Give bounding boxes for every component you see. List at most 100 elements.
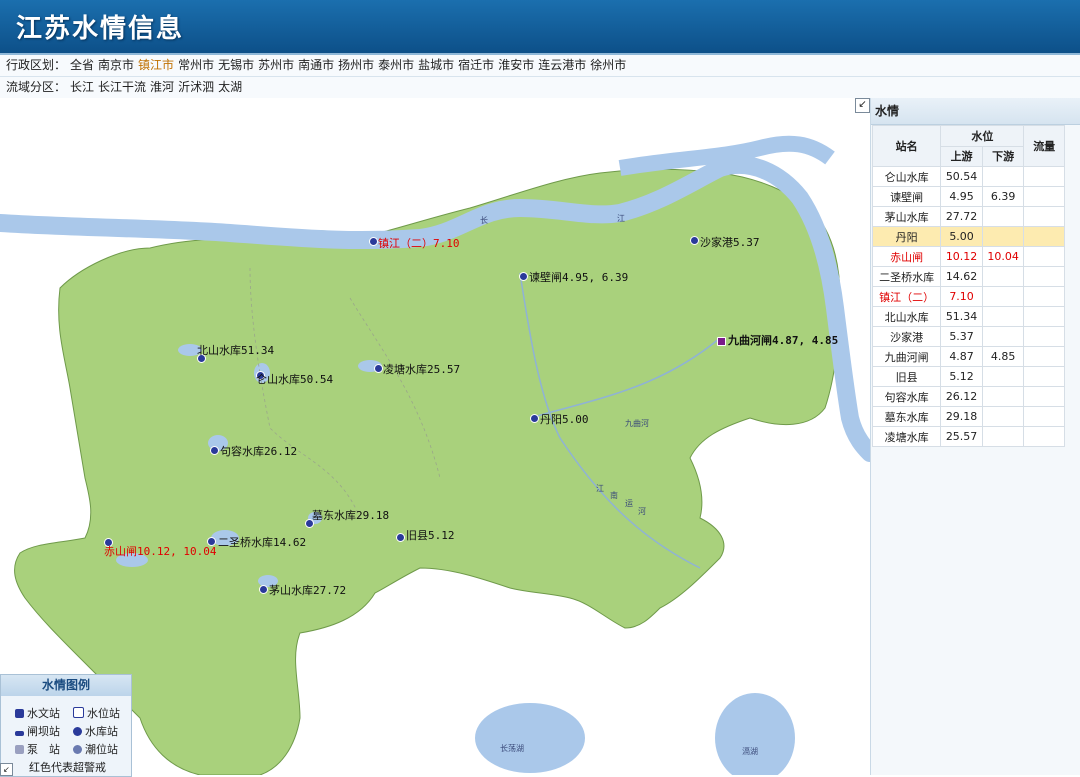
nav-item-changjiang[interactable]: 长江 bbox=[70, 80, 94, 94]
cell-down bbox=[981, 426, 1025, 447]
cell-name: 二圣桥水库 bbox=[871, 266, 942, 287]
lake-ge bbox=[715, 693, 795, 775]
cell-flow bbox=[1023, 366, 1065, 387]
app-header: 江苏水情信息 bbox=[0, 0, 1080, 55]
nav-item-changjiang-main[interactable]: 长江干流 bbox=[98, 80, 146, 94]
station-zhenjiang-icon[interactable] bbox=[369, 237, 378, 246]
cell-up: 7.10 bbox=[940, 286, 983, 307]
legend-title: 水情图例 bbox=[1, 675, 131, 696]
nav-item-all[interactable]: 全省 bbox=[70, 58, 94, 72]
legend-gate-station: 闸坝站 bbox=[15, 723, 60, 739]
station-danyang[interactable]: 丹阳5.00 bbox=[540, 411, 589, 427]
level-station-icon bbox=[73, 707, 84, 718]
cell-down bbox=[981, 386, 1025, 407]
cell-flow bbox=[1023, 406, 1065, 427]
table-row[interactable]: 九曲河闸 4.87 4.85 bbox=[871, 346, 1065, 367]
table-row[interactable]: 谏壁闸 4.95 6.39 bbox=[871, 186, 1065, 207]
col-level: 水位 bbox=[940, 125, 1025, 147]
panel-collapse-button[interactable]: ↙ bbox=[855, 98, 870, 113]
legend-note: 红色代表超警戒 bbox=[29, 761, 106, 774]
station-jiuxian[interactable]: 旧县5.12 bbox=[406, 527, 455, 543]
station-danyang-icon[interactable] bbox=[530, 414, 539, 423]
nav-item-wuxi[interactable]: 无锡市 bbox=[218, 58, 254, 72]
table-row[interactable]: 二圣桥水库 14.62 bbox=[871, 266, 1065, 287]
table-row[interactable]: 沙家港 5.37 bbox=[871, 326, 1065, 347]
nav-item-lianyungang[interactable]: 连云港市 bbox=[538, 58, 586, 72]
table-row[interactable]: 镇江（二） 7.10 bbox=[871, 286, 1065, 307]
cell-name: 谏壁闸 bbox=[871, 186, 942, 207]
cell-up: 4.95 bbox=[940, 186, 983, 207]
nav-item-changzhou[interactable]: 常州市 bbox=[178, 58, 214, 72]
cell-name: 北山水库 bbox=[871, 306, 942, 327]
col-flow: 流量 bbox=[1023, 125, 1065, 167]
cell-up: 29.18 bbox=[940, 406, 983, 427]
station-mudong[interactable]: 墓东水库29.18 bbox=[312, 507, 389, 523]
pump-station-icon bbox=[15, 745, 24, 754]
nav-item-taihu[interactable]: 太湖 bbox=[218, 80, 242, 94]
station-jianbi-icon[interactable] bbox=[519, 272, 528, 281]
cell-up: 4.87 bbox=[940, 346, 983, 367]
nav-item-huaihe[interactable]: 淮河 bbox=[150, 80, 174, 94]
station-jianbi[interactable]: 谏壁闸4.95, 6.39 bbox=[529, 269, 628, 285]
nav-item-yishusi[interactable]: 沂沭泗 bbox=[178, 80, 214, 94]
cell-down: 6.39 bbox=[981, 186, 1025, 207]
table-row[interactable]: 北山水库 51.34 bbox=[871, 306, 1065, 327]
legend-collapse-button[interactable]: ↙ bbox=[0, 763, 13, 776]
cell-up: 27.72 bbox=[940, 206, 983, 227]
cell-up: 5.00 bbox=[940, 226, 983, 247]
station-shajiagang[interactable]: 沙家港5.37 bbox=[700, 234, 760, 250]
station-lunshan[interactable]: 仑山水库50.54 bbox=[256, 371, 333, 387]
nav-item-yancheng[interactable]: 盐城市 bbox=[418, 58, 454, 72]
station-ershengqiao-icon[interactable] bbox=[207, 537, 216, 546]
station-ershengqiao[interactable]: 二圣桥水库14.62 bbox=[218, 534, 306, 550]
nav-item-suzhou[interactable]: 苏州市 bbox=[258, 58, 294, 72]
cell-name: 丹阳 bbox=[871, 226, 942, 247]
nav-item-huaian[interactable]: 淮安市 bbox=[498, 58, 534, 72]
nav-item-nantong[interactable]: 南通市 bbox=[298, 58, 334, 72]
cell-down: 10.04 bbox=[981, 246, 1025, 267]
col-station: 站名 bbox=[871, 125, 942, 167]
station-jiuquhe[interactable]: 九曲河闸4.87, 4.85 bbox=[728, 332, 838, 348]
nav-item-xuzhou[interactable]: 徐州市 bbox=[590, 58, 626, 72]
station-jiuxian-icon[interactable] bbox=[396, 533, 405, 542]
cell-down bbox=[981, 306, 1025, 327]
cell-up: 26.12 bbox=[940, 386, 983, 407]
table-row[interactable]: 句容水库 26.12 bbox=[871, 386, 1065, 407]
cell-name: 墓东水库 bbox=[871, 406, 942, 427]
station-maoshan-icon[interactable] bbox=[259, 585, 268, 594]
cell-down bbox=[981, 266, 1025, 287]
map-text-canal-3: 运 bbox=[625, 499, 633, 508]
legend-pump-station: 泵 站 bbox=[15, 741, 60, 757]
cell-flow bbox=[1023, 326, 1065, 347]
station-lingtang[interactable]: 凌塘水库25.57 bbox=[383, 361, 460, 377]
station-zhenjiang[interactable]: 镇江（二）7.10 bbox=[378, 235, 460, 251]
nav-item-taizhou[interactable]: 泰州市 bbox=[378, 58, 414, 72]
nav-item-suqian[interactable]: 宿迁市 bbox=[458, 58, 494, 72]
station-jiuquhe-icon[interactable] bbox=[717, 337, 726, 346]
region-land bbox=[14, 168, 841, 775]
table-row[interactable]: 茅山水库 27.72 bbox=[871, 206, 1065, 227]
station-jurong-icon[interactable] bbox=[210, 446, 219, 455]
cell-down bbox=[981, 366, 1025, 387]
tide-station-icon bbox=[73, 745, 82, 754]
table-row[interactable]: 凌塘水库 25.57 bbox=[871, 426, 1065, 447]
table-row[interactable]: 丹阳 5.00 bbox=[871, 226, 1065, 247]
station-beishan[interactable]: 北山水库51.34 bbox=[197, 342, 274, 358]
cell-name: 镇江（二） bbox=[871, 286, 942, 307]
table-row[interactable]: 墓东水库 29.18 bbox=[871, 406, 1065, 427]
station-lingtang-icon[interactable] bbox=[374, 364, 383, 373]
table-row[interactable]: 仑山水库 50.54 bbox=[871, 166, 1065, 187]
nav-item-nanjing[interactable]: 南京市 bbox=[98, 58, 134, 72]
gate-station-icon bbox=[15, 731, 24, 736]
table-row[interactable]: 旧县 5.12 bbox=[871, 366, 1065, 387]
station-chishan[interactable]: 赤山闸10.12, 10.04 bbox=[104, 543, 216, 559]
cell-flow bbox=[1023, 226, 1065, 247]
station-shajiagang-icon[interactable] bbox=[690, 236, 699, 245]
nav-item-yangzhou[interactable]: 扬州市 bbox=[338, 58, 374, 72]
cell-flow bbox=[1023, 426, 1065, 447]
station-jurong[interactable]: 句容水库26.12 bbox=[220, 443, 297, 459]
table-row[interactable]: 赤山闸 10.12 10.04 bbox=[871, 246, 1065, 267]
station-maoshan[interactable]: 茅山水库27.72 bbox=[269, 582, 346, 598]
map-text-lake-changdang: 长荡湖 bbox=[500, 744, 524, 753]
nav-item-zhenjiang[interactable]: 镇江市 bbox=[138, 58, 174, 72]
